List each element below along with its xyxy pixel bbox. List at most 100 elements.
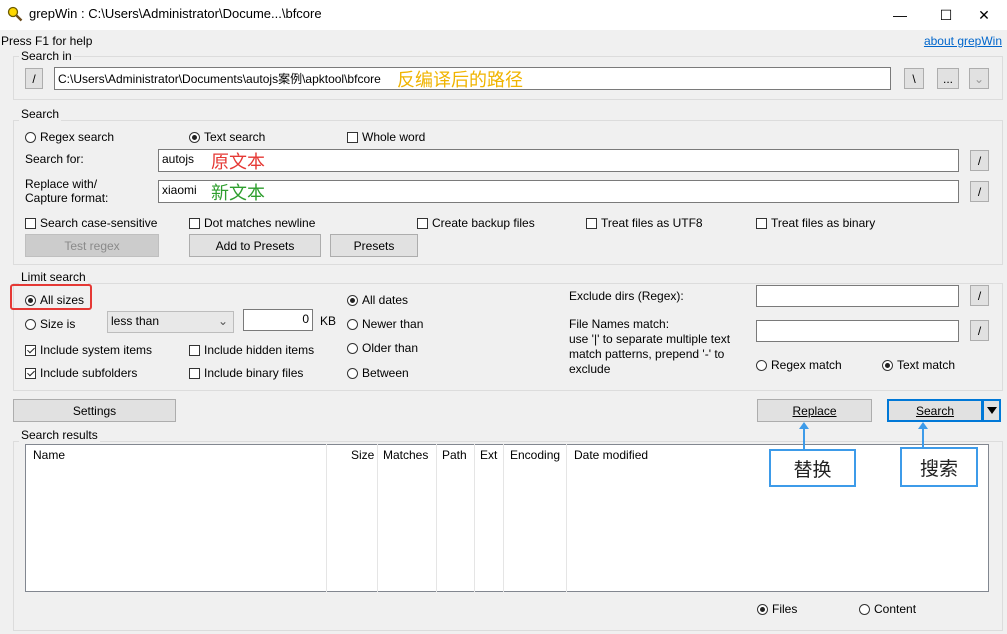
case-sensitive-option[interactable]: Search case-sensitive [25, 216, 157, 230]
content-label: Content [874, 602, 917, 616]
regex-search-option[interactable]: Regex search [25, 130, 114, 144]
minimize-button[interactable]: — [877, 0, 923, 30]
binary-files-option[interactable]: Include binary files [189, 366, 303, 380]
case-sensitive-checkbox[interactable] [25, 217, 36, 229]
search-for-input[interactable]: autojs [158, 149, 959, 172]
search-for-options-button[interactable]: / [970, 150, 989, 171]
add-to-presets-button[interactable]: Add to Presets [189, 234, 321, 257]
content-radio[interactable] [859, 603, 870, 615]
between-radio[interactable] [347, 367, 358, 379]
column-header-name[interactable]: Name [33, 448, 65, 462]
backslash-button[interactable]: \ [904, 68, 924, 89]
replace-with-input[interactable]: xiaomi [158, 180, 959, 203]
text-match-option[interactable]: Text match [882, 358, 955, 372]
limit-search-label: Limit search [19, 270, 88, 284]
all-dates-option[interactable]: All dates [347, 293, 408, 307]
file-names-label-line3: match patterns, prepend '-' to [569, 347, 725, 361]
whole-word-option[interactable]: Whole word [347, 130, 425, 144]
search-callout: 搜索 [900, 447, 978, 487]
text-match-radio[interactable] [882, 359, 893, 371]
dot-newline-option[interactable]: Dot matches newline [189, 216, 315, 230]
browse-button[interactable]: ... [937, 68, 959, 89]
search-for-value: autojs [162, 152, 195, 166]
replace-label-line1: Replace with/ [25, 177, 98, 191]
settings-button[interactable]: Settings [13, 399, 176, 422]
binary-checkbox[interactable] [756, 217, 767, 229]
files-radio[interactable] [757, 603, 768, 615]
search-dropdown-button[interactable] [983, 399, 1001, 422]
text-search-option[interactable]: Text search [189, 130, 265, 144]
files-option[interactable]: Files [757, 602, 797, 616]
original-text-annotation: 原文本 [211, 152, 265, 173]
search-for-label: Search for: [25, 152, 84, 166]
backup-option[interactable]: Create backup files [417, 216, 535, 230]
replace-options-button[interactable]: / [970, 181, 989, 202]
older-than-radio[interactable] [347, 342, 358, 354]
regex-match-option[interactable]: Regex match [756, 358, 842, 372]
search-path-value: C:\Users\Administrator\Documents\autojs案… [58, 72, 381, 86]
older-than-option[interactable]: Older than [347, 341, 418, 355]
column-header-encoding[interactable]: Encoding [510, 448, 560, 462]
close-button[interactable]: ✕ [961, 0, 1007, 30]
between-label: Between [362, 366, 409, 380]
file-names-label-line4: exclude [569, 362, 611, 376]
utf8-option[interactable]: Treat files as UTF8 [586, 216, 703, 230]
regex-match-label: Regex match [771, 358, 842, 372]
size-operator-select[interactable]: less than ⌄ [107, 311, 234, 333]
text-search-label: Text search [204, 130, 266, 144]
newer-than-option[interactable]: Newer than [347, 317, 423, 331]
size-is-option[interactable]: Size is [25, 317, 75, 331]
size-is-radio[interactable] [25, 318, 36, 330]
system-items-option[interactable]: Include system items [25, 343, 152, 357]
binary-files-checkbox[interactable] [189, 367, 200, 379]
system-items-checkbox[interactable] [25, 344, 36, 356]
file-names-label-line2: use '|' to separate multiple text [569, 332, 731, 346]
column-header-matches[interactable]: Matches [383, 448, 428, 462]
search-results-label: Search results [19, 428, 100, 442]
binary-option[interactable]: Treat files as binary [756, 216, 875, 230]
test-regex-button[interactable]: Test regex [25, 234, 159, 257]
search-callout-arrow [922, 429, 924, 449]
column-separator [436, 444, 437, 592]
newer-than-radio[interactable] [347, 318, 358, 330]
chevron-down-icon: ⌄ [217, 314, 228, 328]
replace-button[interactable]: Replace [757, 399, 872, 422]
column-header-date-modified[interactable]: Date modified [574, 448, 648, 462]
utf8-checkbox[interactable] [586, 217, 597, 229]
column-header-path[interactable]: Path [442, 448, 467, 462]
between-option[interactable]: Between [347, 366, 409, 380]
whole-word-checkbox[interactable] [347, 131, 358, 143]
magnifier-icon [7, 6, 23, 22]
regex-search-radio[interactable] [25, 131, 36, 143]
size-unit-label: KB [320, 314, 337, 328]
column-separator [503, 444, 504, 592]
exclude-dirs-options-button[interactable]: / [970, 285, 989, 306]
exclude-dirs-input[interactable] [756, 285, 959, 307]
all-dates-radio[interactable] [347, 294, 358, 306]
path-history-dropdown[interactable]: ⌄ [969, 68, 989, 89]
all-sizes-option[interactable]: All sizes [25, 293, 84, 307]
regex-match-radio[interactable] [756, 359, 767, 371]
subfolders-checkbox[interactable] [25, 367, 36, 379]
hidden-items-checkbox[interactable] [189, 344, 200, 356]
minimize-icon: — [893, 7, 907, 23]
presets-button[interactable]: Presets [330, 234, 418, 257]
search-button[interactable]: Search [887, 399, 983, 422]
file-names-options-button[interactable]: / [970, 320, 989, 341]
subfolders-option[interactable]: Include subfolders [25, 366, 137, 380]
content-option[interactable]: Content [859, 602, 916, 616]
dot-newline-checkbox[interactable] [189, 217, 200, 229]
search-in-toggle-button[interactable]: / [25, 68, 43, 89]
backup-checkbox[interactable] [417, 217, 428, 229]
about-link[interactable]: about grepWin [924, 34, 1002, 48]
size-value-input[interactable]: 0 [243, 309, 313, 331]
all-sizes-radio[interactable] [25, 294, 36, 306]
hidden-items-label: Include hidden items [204, 343, 315, 357]
column-header-ext[interactable]: Ext [480, 448, 497, 462]
replace-callout-arrowhead [799, 422, 809, 429]
hidden-items-option[interactable]: Include hidden items [189, 343, 314, 357]
column-header-size[interactable]: Size [351, 448, 374, 462]
text-search-radio[interactable] [189, 131, 200, 143]
column-separator [566, 444, 567, 592]
file-names-input[interactable] [756, 320, 959, 342]
